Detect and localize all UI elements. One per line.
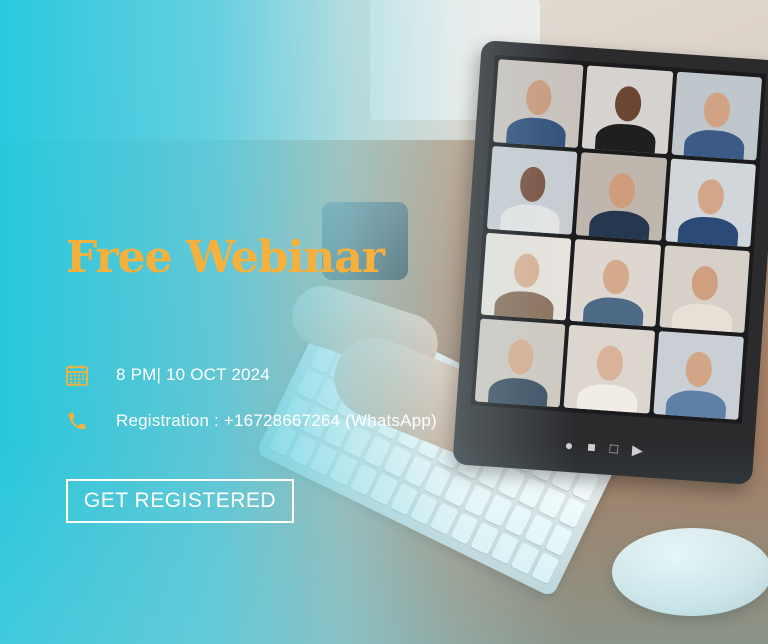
registration-row: Registration : +16728667264 (WhatsApp) [64, 408, 437, 434]
date-row: 8 PM| 10 OCT 2024 [64, 362, 270, 388]
calendar-icon [64, 362, 90, 388]
phone-icon [64, 408, 90, 434]
bottom-gradient-overlay [0, 444, 768, 644]
webinar-title: Free Webinar [66, 232, 385, 283]
event-datetime: 8 PM| 10 OCT 2024 [116, 365, 270, 384]
webinar-poster: ● ■ □ ▶ Free Webinar 8 PM| 10 OCT 2024 [0, 0, 768, 644]
registration-contact: Registration : +16728667264 (WhatsApp) [116, 411, 437, 430]
get-registered-button[interactable]: GET REGISTERED [66, 479, 294, 523]
